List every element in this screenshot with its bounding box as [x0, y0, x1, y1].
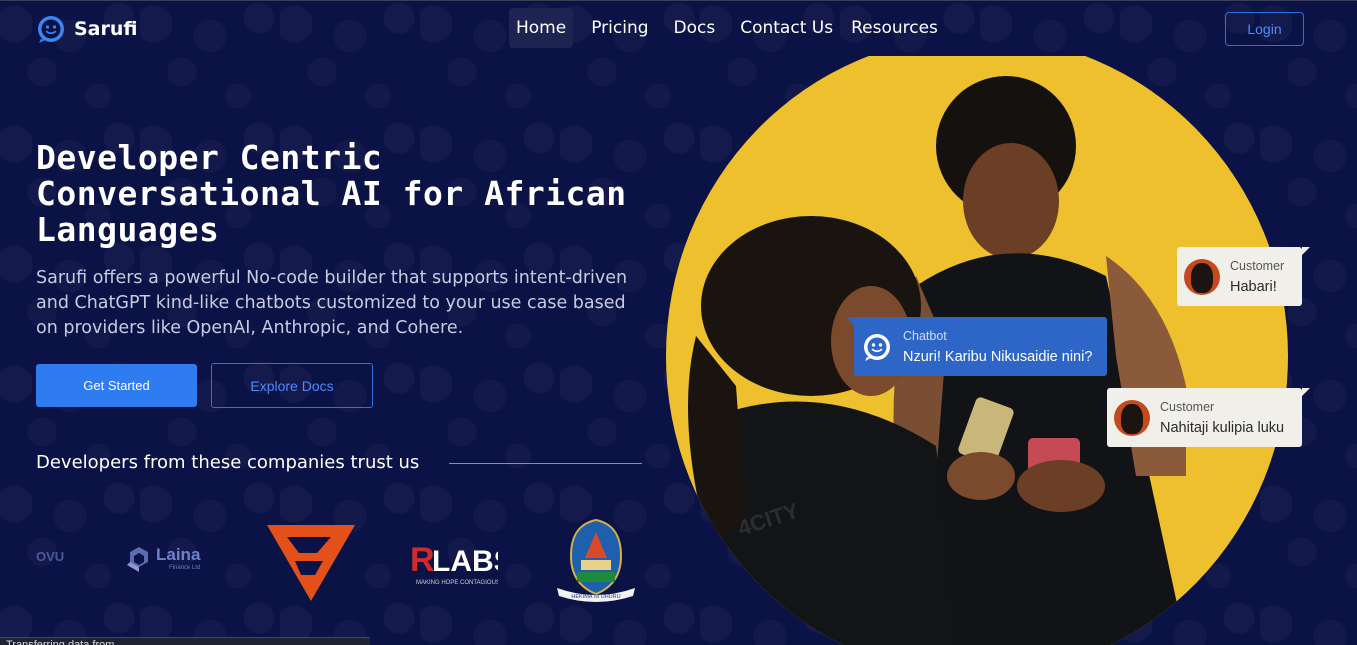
trust-divider [449, 463, 642, 464]
customer-bubble-2-content: Customer Nahitaji kulipia luku [1160, 400, 1284, 436]
brand[interactable]: Sarufi [36, 14, 138, 44]
customer-avatar [1114, 399, 1150, 436]
chatbot-message: Nzuri! Karibu Nikusaidie nini? [903, 348, 1093, 365]
get-started-button[interactable]: Get Started [36, 364, 197, 407]
nav-link-home[interactable]: Home [509, 8, 574, 48]
ovu-logo-text: OVU [36, 549, 65, 564]
customer-avatar [1184, 258, 1220, 295]
nav-link-resources[interactable]: Resources [844, 8, 945, 48]
laina-wordmark: Laina Finance Ltd [156, 545, 201, 571]
laina-logo: Laina Finance Ltd [126, 545, 200, 573]
login-button[interactable]: Login [1225, 12, 1304, 46]
customer-bubble-2-message: Nahitaji kulipia luku [1160, 419, 1285, 436]
chatbot-sender: Chatbot [903, 328, 947, 343]
headline-line-1: Developer Centric [36, 138, 383, 177]
sarufi-logo-icon [38, 16, 64, 43]
chatbot-icon [864, 333, 890, 361]
v-brand-logo [267, 525, 355, 601]
svg-text:LABS: LABS [432, 545, 498, 578]
hero-subtext: Sarufi offers a powerful No-code builder… [36, 268, 628, 338]
top-navigation: Sarufi Home Pricing Docs Contact Us Reso… [0, 0, 1357, 56]
svg-text:R: R [410, 541, 435, 579]
trust-heading: Developers from these companies trust us [36, 452, 420, 473]
headline-line-3: Languages [36, 210, 220, 249]
laina-mark-icon [127, 547, 148, 572]
rlabs-logo: R LABS MAKING HOPE CONTAGIOUS [410, 537, 514, 592]
headline-line-2: Conversational AI for African [36, 174, 627, 213]
customer-bubble-1: Customer Habari! [1177, 247, 1310, 306]
customer-bubble-1-message: Habari! [1230, 278, 1277, 295]
customer-bubble-1-sender: Customer [1230, 258, 1285, 273]
svg-text:MAKING HOPE CONTAGIOUS: MAKING HOPE CONTAGIOUS [416, 580, 498, 586]
laina-name: Laina [156, 545, 201, 564]
ovu-logo: OVU [36, 548, 66, 572]
customer-bubble-2: Customer Nahitaji kulipia luku [1107, 388, 1310, 447]
customer-bubble-2-sender: Customer [1160, 399, 1215, 414]
nav-link-contact[interactable]: Contact Us [733, 8, 840, 48]
browser-status-bar: Transferring data from ... [0, 637, 370, 645]
nav-link-docs[interactable]: Docs [667, 8, 723, 48]
rlabs-mark: R LABS MAKING HOPE CONTAGIOUS [410, 541, 514, 586]
nav-links: Home Pricing Docs Contact Us Resources [509, 8, 956, 48]
hero-headline: Developer Centric Conversational AI for … [36, 140, 656, 248]
chatbot-bubble: Chatbot Nzuri! Karibu Nikusaidie nini? [846, 317, 1107, 376]
nav-link-pricing[interactable]: Pricing [584, 8, 655, 48]
explore-docs-button[interactable]: Explore Docs [211, 363, 373, 408]
laina-subtitle: Finance Ltd [169, 565, 201, 571]
svg-text:HEKIMA NI UHURU: HEKIMA NI UHURU [571, 594, 620, 600]
brand-name: Sarufi [74, 18, 138, 40]
customer-bubble-1-content: Customer Habari! [1230, 259, 1284, 295]
udsm-crest-logo: HEKIMA NI UHURU [557, 518, 635, 602]
chatbot-bubble-content: Chatbot Nzuri! Karibu Nikusaidie nini? [903, 329, 1092, 365]
